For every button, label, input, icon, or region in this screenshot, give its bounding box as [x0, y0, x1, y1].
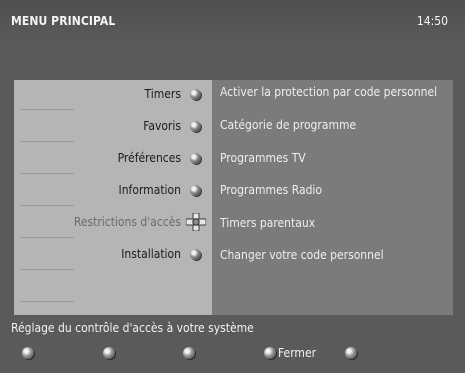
header-bar: MENU PRINCIPAL 14:50	[0, 0, 465, 44]
menu-item-label: Restrictions d'accès	[73, 215, 181, 229]
menu-item-restrictions[interactable]: Restrictions d'accès	[14, 208, 212, 240]
menu-item-favoris[interactable]: Favoris	[14, 112, 212, 144]
divider	[20, 301, 74, 302]
menu-item-label: Information	[118, 183, 181, 197]
footer-button-bar: Fermer	[0, 341, 465, 369]
navigation-dot-icon	[190, 249, 201, 260]
navigation-dot-icon	[190, 153, 201, 164]
menu-item-information[interactable]: Information	[14, 176, 212, 208]
white-button-icon[interactable]	[345, 347, 357, 359]
menu-item-preferences[interactable]: Préférences	[14, 144, 212, 176]
navigation-dot-icon	[190, 185, 201, 196]
divider	[20, 237, 74, 238]
red-button-icon[interactable]	[22, 347, 34, 359]
submenu-item-activate-protection[interactable]: Activer la protection par code personnel	[220, 85, 437, 99]
menu-item-label: Timers	[144, 87, 181, 101]
divider	[20, 269, 74, 270]
divider	[20, 109, 74, 110]
cursor-cross-icon	[186, 213, 206, 231]
green-button-icon[interactable]	[103, 347, 115, 359]
menu-item-installation[interactable]: Installation	[14, 240, 212, 272]
submenu-item-program-category[interactable]: Catégorie de programme	[220, 118, 356, 132]
blue-button-icon[interactable]	[264, 347, 276, 359]
yellow-button-icon[interactable]	[183, 347, 195, 359]
submenu-item-tv-programs[interactable]: Programmes TV	[220, 151, 306, 165]
submenu-item-change-code[interactable]: Changer votre code personnel	[220, 248, 384, 262]
help-text: Réglage du contrôle d'accès à votre syst…	[11, 321, 254, 335]
main-menu: Timers Favoris Préférences Information R…	[14, 80, 212, 315]
menu-item-timers[interactable]: Timers	[14, 80, 212, 112]
menu-item-label: Favoris	[143, 119, 181, 133]
divider	[20, 141, 74, 142]
menu-item-label: Préférences	[117, 151, 181, 165]
submenu-item-radio-programs[interactable]: Programmes Radio	[220, 183, 322, 197]
submenu-item-parental-timers[interactable]: Timers parentaux	[220, 216, 315, 230]
tv-menu-screen: MENU PRINCIPAL 14:50 Timers Favoris Préf…	[0, 0, 465, 373]
clock: 14:50	[416, 14, 448, 28]
divider	[20, 173, 74, 174]
navigation-dot-icon	[190, 89, 201, 100]
menu-item-empty	[14, 272, 212, 304]
divider	[20, 205, 74, 206]
page-title: MENU PRINCIPAL	[11, 14, 116, 28]
submenu-panel: Activer la protection par code personnel…	[212, 80, 453, 315]
close-button-label[interactable]: Fermer	[278, 346, 316, 360]
menu-item-label: Installation	[121, 247, 181, 261]
navigation-dot-icon	[190, 121, 201, 132]
